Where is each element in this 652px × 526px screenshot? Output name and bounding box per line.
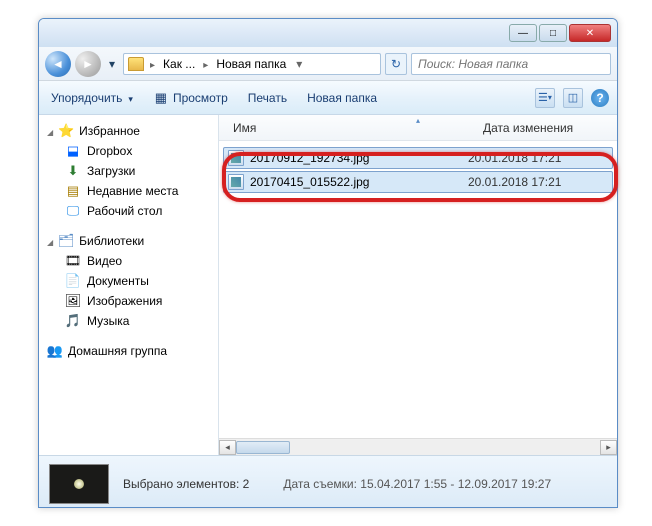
maximize-button[interactable]: □	[539, 24, 567, 42]
column-headers: Имя Дата изменения	[219, 115, 617, 141]
file-date: 20.01.2018 17:21	[468, 175, 608, 189]
crumb-separator-icon[interactable]	[148, 57, 157, 71]
file-list[interactable]: 20170912_192734.jpg 20.01.2018 17:21 201…	[219, 141, 617, 438]
sidebar-item-label: Загрузки	[87, 164, 135, 178]
file-name: 20170912_192734.jpg	[250, 151, 468, 165]
downloads-icon: ⬇	[65, 163, 81, 179]
sidebar-item-label: Документы	[87, 274, 149, 288]
favorites-label: Избранное	[79, 124, 140, 138]
print-button[interactable]: Печать	[244, 89, 291, 107]
column-date-label: Дата изменения	[483, 121, 573, 135]
recent-icon: ▤	[65, 183, 81, 199]
sidebar-item-label: Изображения	[87, 294, 162, 308]
minimize-button[interactable]: —	[509, 24, 537, 42]
image-file-icon	[228, 150, 244, 166]
sidebar-item-pictures[interactable]: 🖼 Изображения	[43, 291, 214, 311]
scroll-track[interactable]	[236, 440, 600, 455]
folder-icon	[128, 57, 144, 71]
file-list-area: Имя Дата изменения 20170912_192734.jpg 2…	[219, 115, 617, 455]
horizontal-scrollbar[interactable]: ◂ ▸	[219, 438, 617, 455]
print-label: Печать	[248, 91, 287, 105]
address-bar[interactable]: Как ... Новая папка ▾	[123, 53, 381, 75]
sidebar-item-label: Видео	[87, 254, 122, 268]
sidebar-item-videos[interactable]: 🎞 Видео	[43, 251, 214, 271]
image-file-icon	[228, 174, 244, 190]
documents-icon: 📄	[65, 273, 81, 289]
search-box[interactable]	[411, 53, 611, 75]
homegroup-label: Домашняя группа	[68, 344, 167, 358]
preview-pane-button[interactable]: ◫	[563, 88, 583, 108]
file-name: 20170415_015522.jpg	[250, 175, 468, 189]
view-options-button[interactable]: ☰▾	[535, 88, 555, 108]
crumb-separator-icon[interactable]	[201, 57, 210, 71]
nav-bar: ◄ ► ▾ Как ... Новая папка ▾ ↻	[39, 47, 617, 81]
metadata: Дата съемки: 15.04.2017 1:55 - 12.09.201…	[283, 477, 551, 491]
organize-button[interactable]: Упорядочить	[47, 89, 137, 107]
libraries-label: Библиотеки	[79, 234, 144, 248]
desktop-icon: 🖵	[65, 203, 81, 219]
toolbar: Упорядочить ▦ Просмотр Печать Новая папка…	[39, 81, 617, 115]
nav-history-dropdown[interactable]: ▾	[105, 51, 119, 77]
forward-button[interactable]: ►	[75, 51, 101, 77]
sidebar-item-label: Музыка	[87, 314, 129, 328]
body: ⭐ Избранное ⬓ Dropbox ⬇ Загрузки ▤ Недавние …	[39, 115, 617, 455]
dropbox-icon: ⬓	[65, 143, 81, 159]
organize-label: Упорядочить	[51, 91, 122, 105]
sidebar-libraries-header[interactable]: 🗂 Библиотеки	[43, 231, 214, 251]
crumb-label: Новая папка	[216, 57, 286, 71]
sidebar-item-label: Рабочий стол	[87, 204, 162, 218]
sidebar-item-music[interactable]: 🎵 Музыка	[43, 311, 214, 331]
sidebar-item-dropbox[interactable]: ⬓ Dropbox	[43, 141, 214, 161]
newfolder-label: Новая папка	[307, 91, 377, 105]
sidebar-item-documents[interactable]: 📄 Документы	[43, 271, 214, 291]
search-input[interactable]	[418, 57, 604, 71]
breadcrumb-crumb[interactable]: Как ...	[161, 57, 197, 71]
breadcrumb-crumb[interactable]: Новая папка	[214, 57, 288, 71]
preview-label: Просмотр	[173, 91, 228, 105]
column-name-label: Имя	[233, 121, 256, 135]
libraries-icon: 🗂	[58, 233, 74, 249]
scroll-left-button[interactable]: ◂	[219, 440, 236, 455]
address-dropdown-icon[interactable]: ▾	[292, 57, 306, 71]
homegroup-icon: 👥	[47, 343, 63, 359]
meta-label: Дата съемки:	[283, 477, 357, 491]
newfolder-button[interactable]: Новая папка	[303, 89, 381, 107]
videos-icon: 🎞	[65, 253, 81, 269]
sidebar-favorites-header[interactable]: ⭐ Избранное	[43, 121, 214, 141]
titlebar: — □ ✕	[39, 19, 617, 47]
meta-value: 15.04.2017 1:55 - 12.09.2017 19:27	[360, 477, 551, 491]
details-pane: Выбрано элементов: 2 Дата съемки: 15.04.…	[39, 455, 617, 508]
file-date: 20.01.2018 17:21	[468, 151, 608, 165]
selection-count: Выбрано элементов: 2	[123, 477, 249, 491]
star-icon: ⭐	[58, 123, 74, 139]
sidebar-item-downloads[interactable]: ⬇ Загрузки	[43, 161, 214, 181]
sidebar-item-desktop[interactable]: 🖵 Рабочий стол	[43, 201, 214, 221]
file-row[interactable]: 20170912_192734.jpg 20.01.2018 17:21	[223, 147, 613, 169]
sidebar-homegroup-header[interactable]: 👥 Домашняя группа	[43, 341, 214, 361]
sidebar-item-label: Недавние места	[87, 184, 178, 198]
scroll-right-button[interactable]: ▸	[600, 440, 617, 455]
navigation-pane: ⭐ Избранное ⬓ Dropbox ⬇ Загрузки ▤ Недавние …	[39, 115, 219, 455]
back-button[interactable]: ◄	[45, 51, 71, 77]
explorer-window: — □ ✕ ◄ ► ▾ Как ... Новая папка ▾ ↻ Упор…	[38, 18, 618, 508]
refresh-button[interactable]: ↻	[385, 53, 407, 75]
close-button[interactable]: ✕	[569, 24, 611, 42]
column-header-date[interactable]: Дата изменения	[477, 121, 617, 135]
sidebar-item-label: Dropbox	[87, 144, 132, 158]
help-button[interactable]: ?	[591, 89, 609, 107]
expand-icon	[47, 234, 53, 248]
file-row[interactable]: 20170415_015522.jpg 20.01.2018 17:21	[223, 171, 613, 193]
crumb-label: Как ...	[163, 57, 195, 71]
thumbnail-preview	[49, 464, 109, 504]
preview-icon: ▦	[153, 90, 169, 106]
sidebar-item-recent[interactable]: ▤ Недавние места	[43, 181, 214, 201]
chevron-down-icon	[126, 91, 133, 105]
scroll-thumb[interactable]	[236, 441, 290, 454]
pictures-icon: 🖼	[65, 293, 81, 309]
expand-icon	[47, 124, 53, 138]
music-icon: 🎵	[65, 313, 81, 329]
preview-button[interactable]: ▦ Просмотр	[149, 88, 232, 108]
column-header-name[interactable]: Имя	[227, 121, 477, 135]
